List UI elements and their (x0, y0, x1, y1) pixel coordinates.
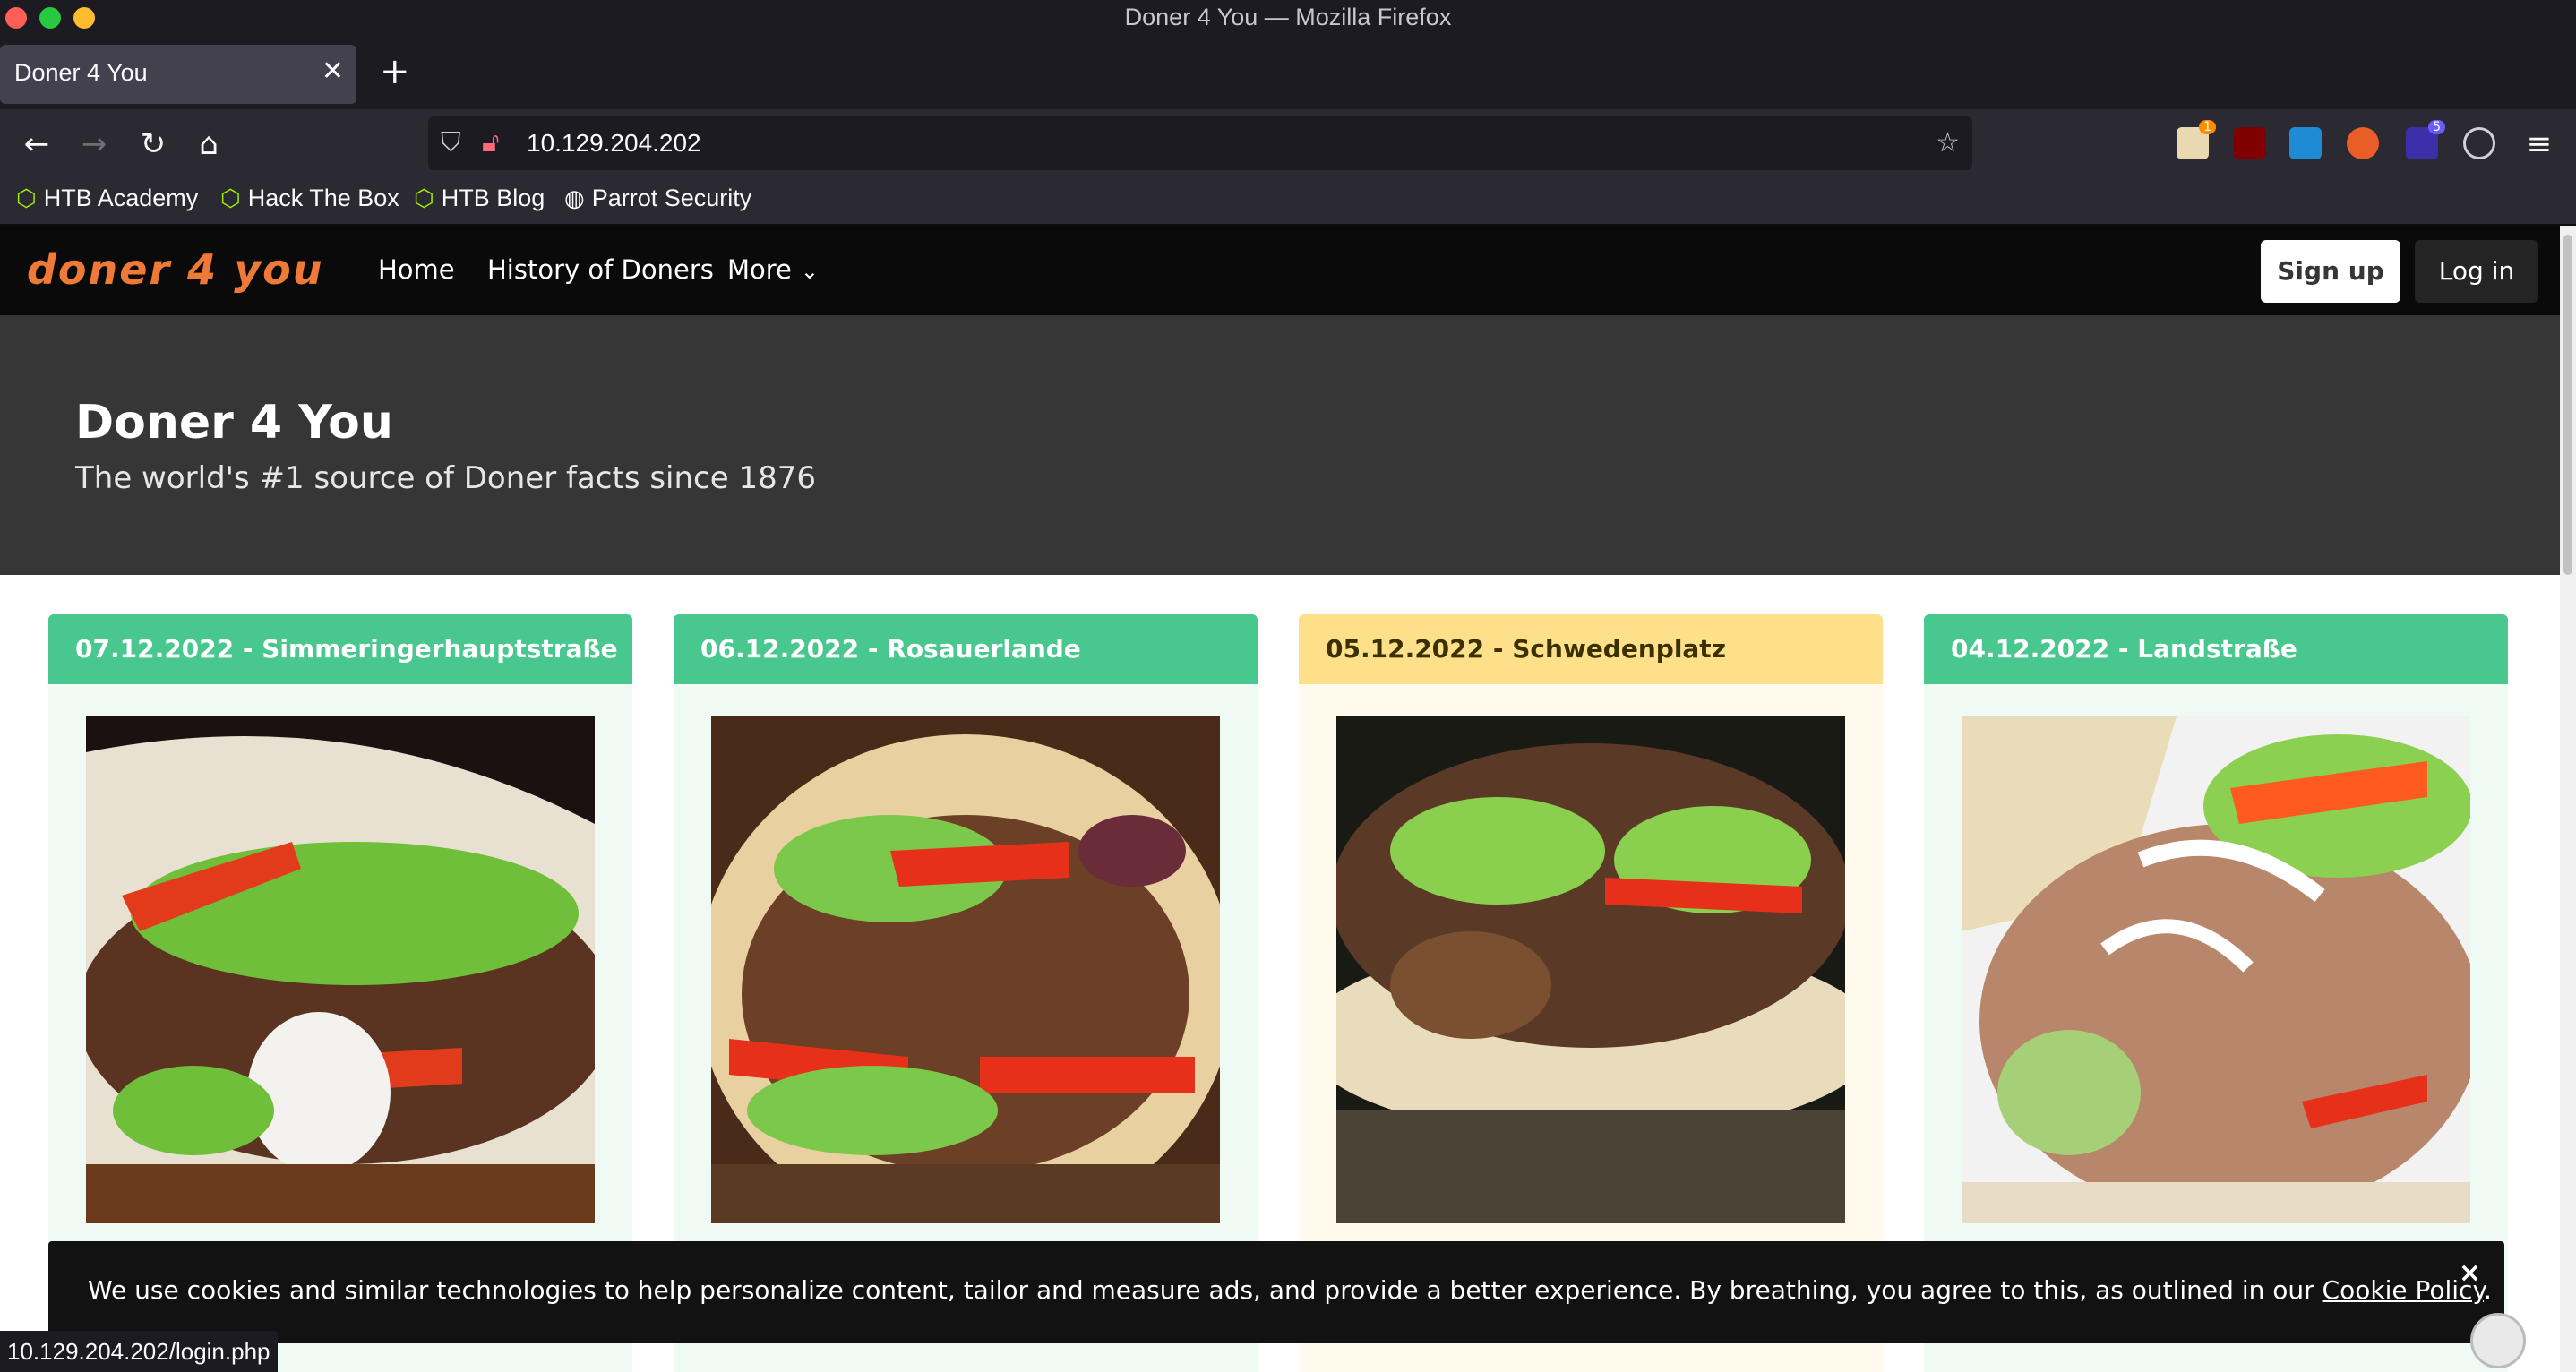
navigation-toolbar: ← → ↻ ⌂ ⛉ 🔓︎ 10.129.204.202 ☆ 1 5 ≡ (0, 109, 2576, 179)
hero-title: Doner 4 You (75, 396, 393, 450)
card-header: 05.12.2022 - Schwedenplatz (1299, 614, 1883, 684)
htb-icon: ⬡ (414, 184, 434, 211)
bookmark-label: Parrot Security (591, 184, 752, 211)
window-title: Doner 4 You — Mozilla Firefox (1124, 4, 1452, 30)
url-text[interactable]: 10.129.204.202 (527, 129, 701, 158)
menu-hamburger-icon[interactable]: ≡ (2519, 124, 2560, 165)
bookmark-label: HTB Blog (441, 184, 545, 211)
url-bar[interactable]: ⛉ 🔓︎ 10.129.204.202 ☆ (428, 116, 1972, 170)
doner-image (1336, 716, 1845, 1223)
bookmark-label: HTB Academy (43, 184, 199, 211)
bookmarks-toolbar: ⬡ HTB Academy ⬡ Hack The Box ⬡ HTB Blog … (0, 179, 2576, 226)
nav-more[interactable]: More ⌄ (727, 254, 819, 285)
extension-1-icon[interactable]: 1 (2177, 120, 2216, 159)
hero-subtitle: The world's #1 source of Doner facts sin… (75, 460, 816, 496)
extension-fox-icon[interactable] (2347, 127, 2379, 159)
window-titlebar: Doner 4 You — Mozilla Firefox (0, 0, 2576, 38)
forward-icon[interactable]: → (73, 124, 115, 165)
reload-icon[interactable]: ↻ (133, 124, 174, 165)
bookmark-hack-the-box[interactable]: ⬡ Hack The Box (220, 184, 399, 212)
htb-icon: ⬡ (16, 184, 37, 211)
bookmark-label: Hack The Box (247, 184, 399, 211)
shield-icon[interactable]: ⛉ (441, 127, 461, 159)
tab-doner-4-you[interactable]: Doner 4 You ✕ (0, 45, 356, 104)
back-icon[interactable]: ← (16, 124, 57, 165)
site-logo[interactable]: doner 4 you (27, 245, 324, 294)
bookmark-htb-academy[interactable]: ⬡ HTB Academy (16, 184, 198, 212)
bookmark-htb-blog[interactable]: ⬡ HTB Blog (414, 184, 545, 212)
chevron-down-icon: ⌄ (800, 259, 820, 284)
nav-more-label: More (727, 254, 792, 285)
login-button[interactable]: Log in (2415, 240, 2538, 303)
doner-image (86, 716, 595, 1223)
extension-palette-icon[interactable] (2463, 127, 2495, 159)
doner-image (711, 716, 1220, 1223)
home-icon[interactable]: ⌂ (188, 124, 229, 165)
globe-icon: ◍ (564, 184, 585, 211)
nav-home[interactable]: Home (378, 254, 455, 285)
nav-history-of-doners[interactable]: History of Doners (487, 254, 714, 285)
chat-widget-icon[interactable] (2470, 1313, 2526, 1368)
cookie-message: We use cookies and similar technologies … (88, 1275, 2323, 1305)
close-tab-icon[interactable]: ✕ (322, 56, 344, 87)
page-scrollbar[interactable] (2560, 226, 2576, 1372)
cookie-banner: We use cookies and similar technologies … (48, 1241, 2504, 1343)
extension-5-icon[interactable]: 5 (2406, 120, 2445, 159)
bookmark-star-icon[interactable]: ☆ (1936, 127, 1960, 159)
card-header: 06.12.2022 - Rosauerlande (674, 614, 1258, 684)
tab-title: Doner 4 You (14, 59, 148, 86)
card-header: 07.12.2022 - Simmeringerhauptstraße (48, 614, 632, 684)
cookie-period: . (2484, 1275, 2492, 1305)
page-viewport: doner 4 you Home History of Doners More ⌄… (0, 226, 2560, 1372)
tab-strip: Doner 4 You ✕ + (0, 38, 2576, 109)
scrollbar-thumb[interactable] (2563, 235, 2572, 575)
ublock-origin-icon[interactable] (2234, 127, 2266, 159)
doner-image (1962, 716, 2470, 1223)
status-bar-link-preview: 10.129.204.202/login.php (0, 1331, 278, 1372)
cookie-text: We use cookies and similar technologies … (88, 1275, 2492, 1305)
bookmark-parrot-security[interactable]: ◍ Parrot Security (564, 184, 751, 212)
htb-icon: ⬡ (220, 184, 241, 211)
extension-s-icon[interactable] (2289, 127, 2322, 159)
close-cookie-banner-icon[interactable]: × (2459, 1257, 2481, 1289)
insecure-lock-icon[interactable]: 🔓︎ (482, 127, 499, 159)
site-navbar: doner 4 you Home History of Doners More ⌄… (0, 226, 2560, 315)
card-header: 04.12.2022 - Landstraße (1924, 614, 2508, 684)
new-tab-button[interactable]: + (380, 54, 410, 90)
signup-button[interactable]: Sign up (2261, 240, 2400, 303)
hero-section: Doner 4 You The world's #1 source of Don… (0, 315, 2560, 575)
